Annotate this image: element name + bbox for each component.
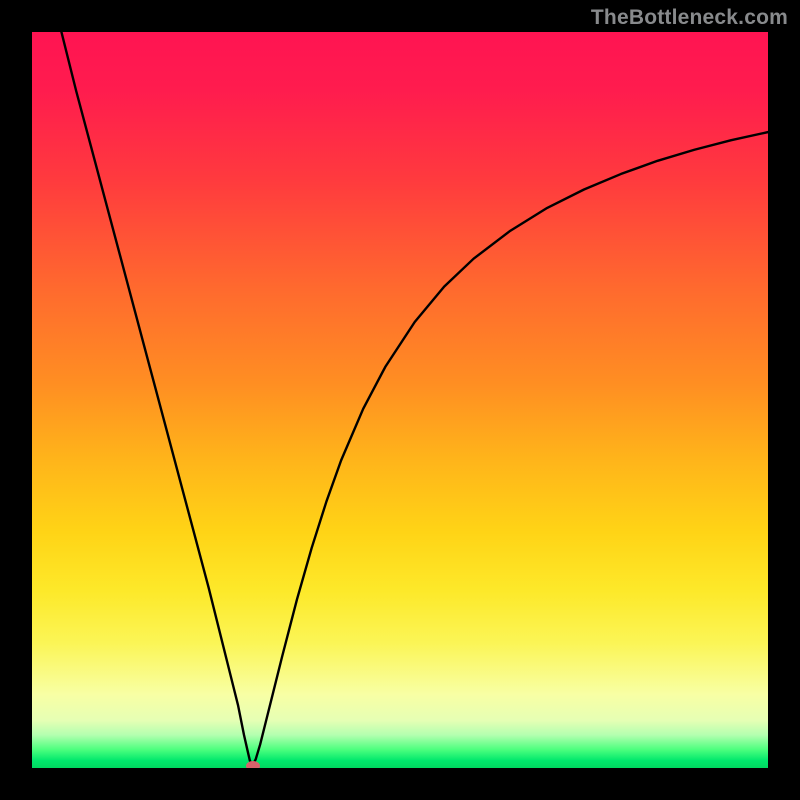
plot-area [32, 32, 768, 768]
minimum-marker [246, 761, 260, 768]
bottleneck-curve [61, 32, 768, 765]
curve-layer [32, 32, 768, 768]
chart-frame: TheBottleneck.com [0, 0, 800, 800]
watermark-text: TheBottleneck.com [591, 6, 788, 30]
